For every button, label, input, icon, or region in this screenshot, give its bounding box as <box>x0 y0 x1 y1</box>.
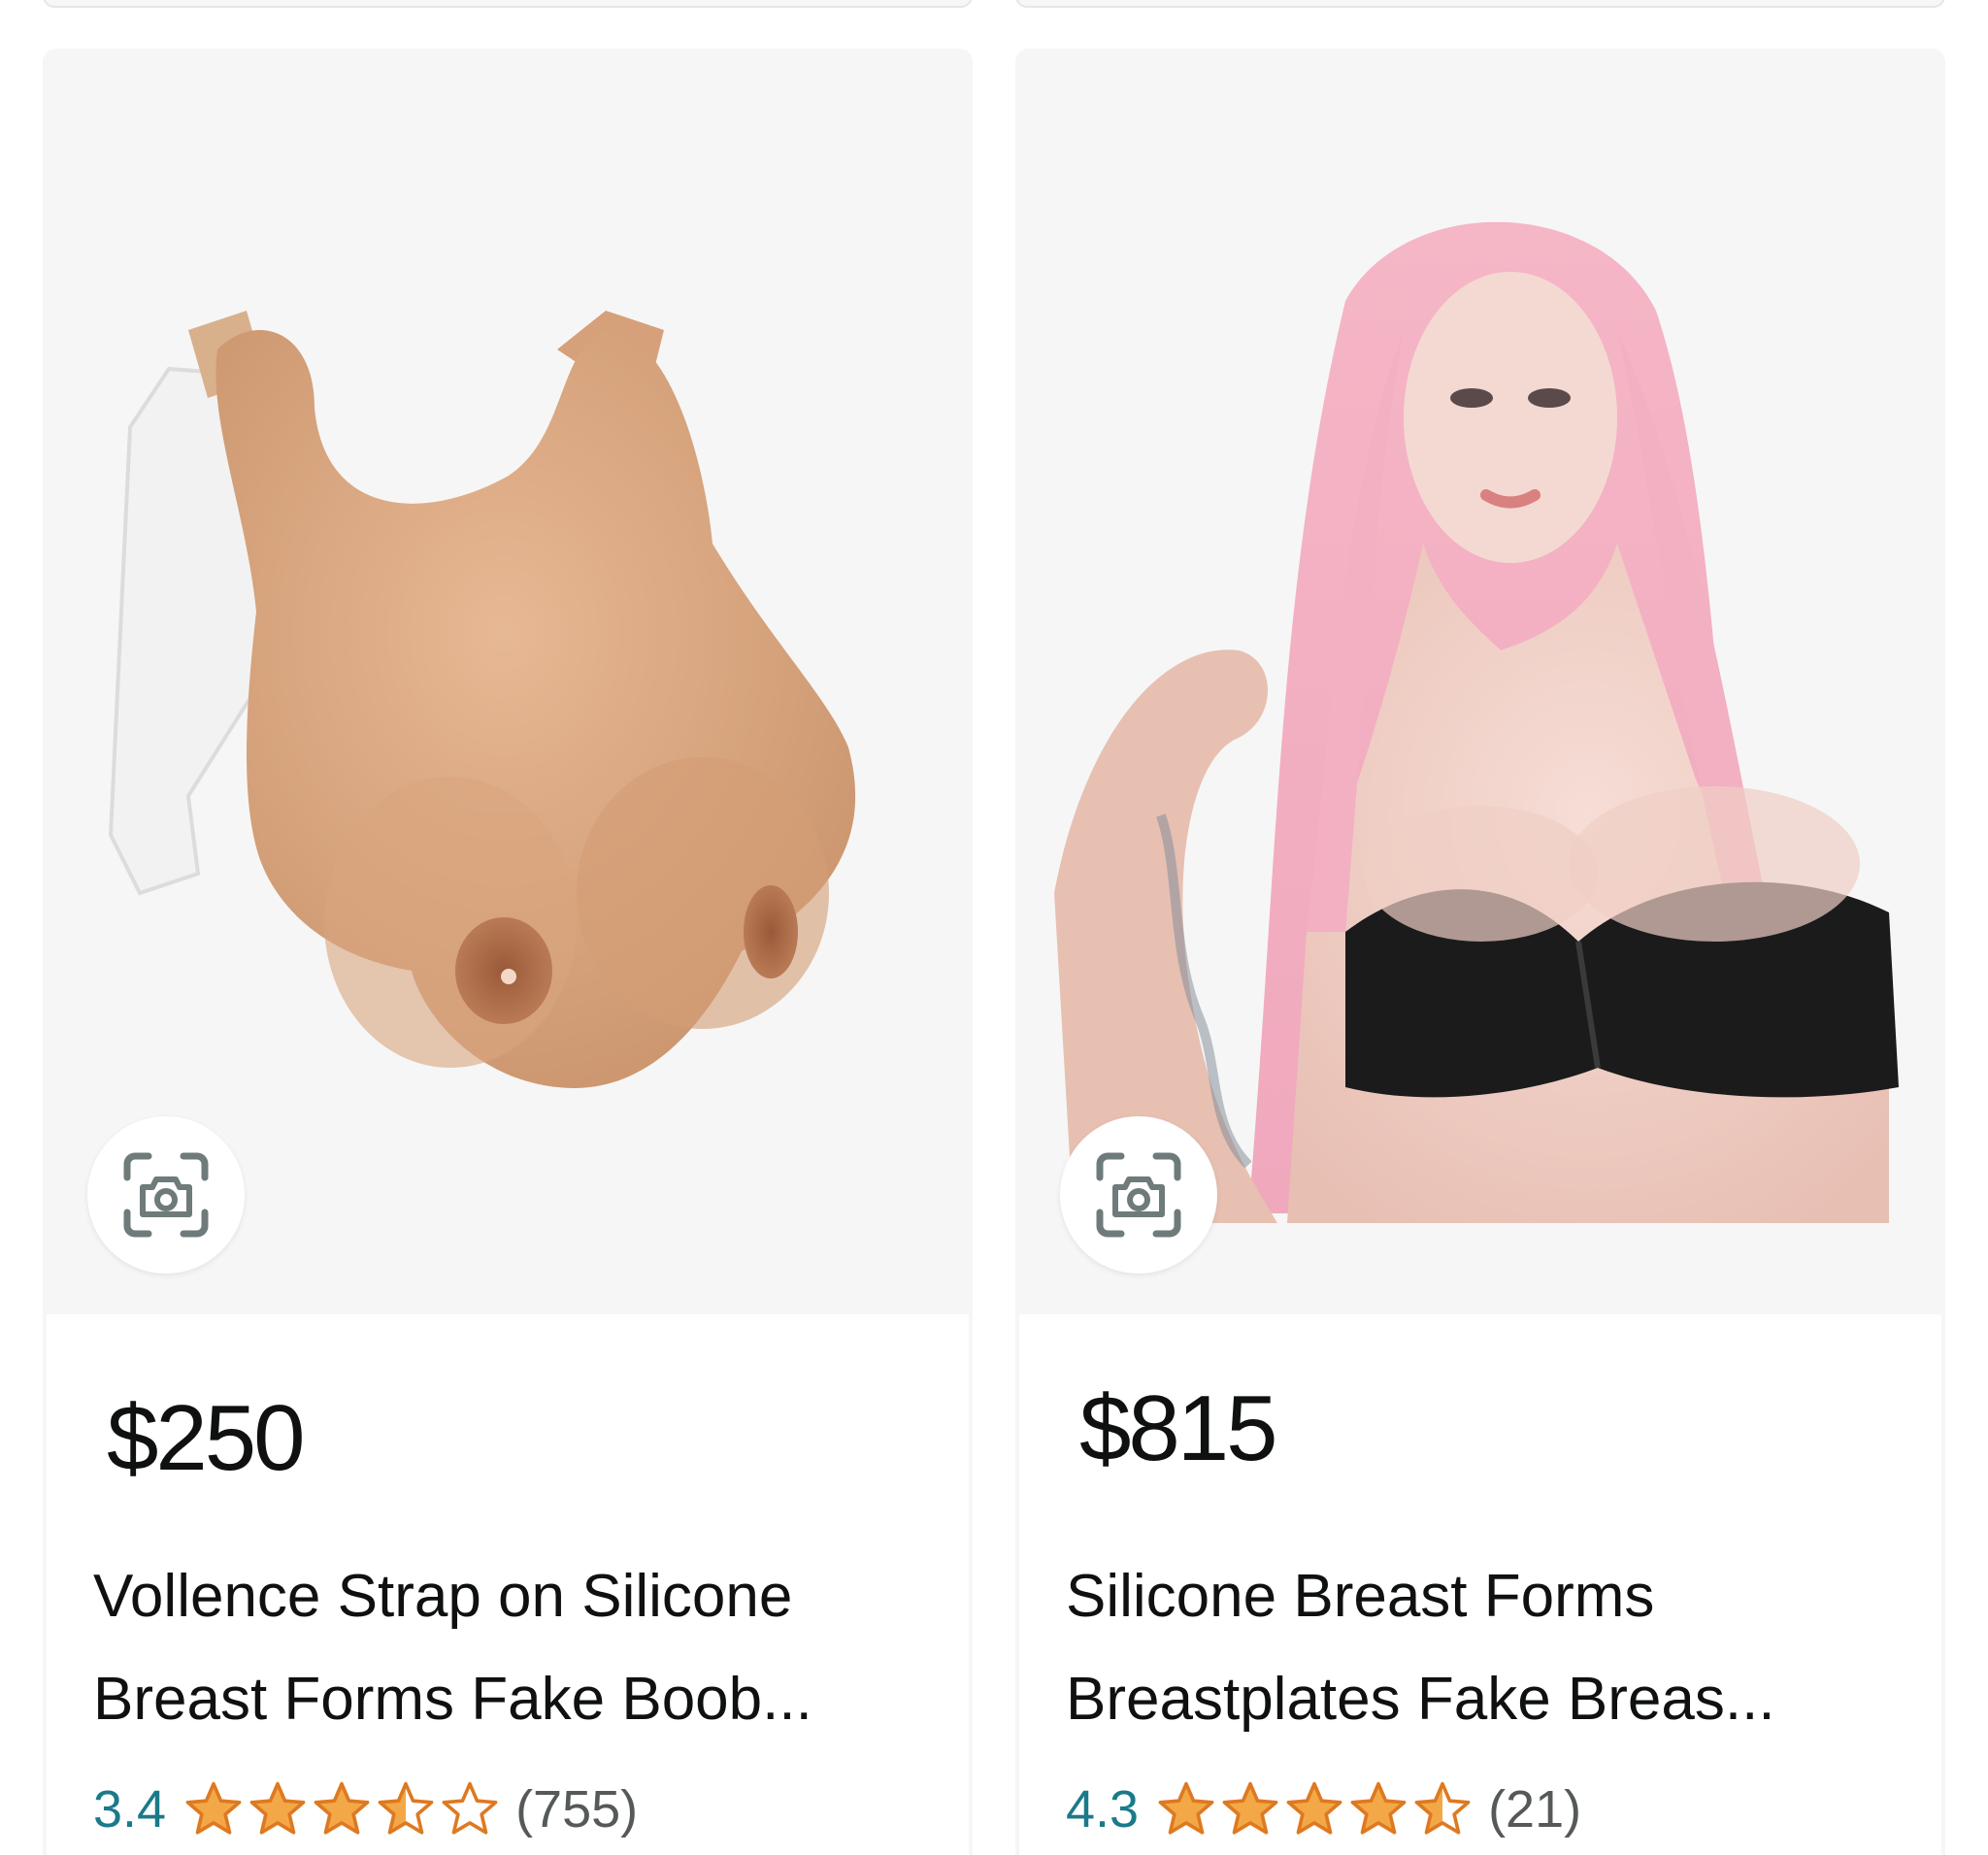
product-title-line: Breast Forms Fake Boob... <box>93 1666 812 1733</box>
product-rating[interactable]: 3.4 (755) <box>93 1772 638 1846</box>
star-full-icon <box>1286 1781 1342 1835</box>
product-image[interactable] <box>1054 194 1928 1223</box>
rating-stars <box>1156 1779 1476 1839</box>
product-info[interactable]: $815 Silicone Breast Forms Breastplates … <box>1019 1314 1941 1855</box>
review-count[interactable]: (21) <box>1488 1779 1581 1839</box>
star-full-icon <box>1350 1781 1407 1835</box>
product-price: $815 <box>1079 1376 1278 1480</box>
star-full-icon <box>185 1781 242 1835</box>
star-half-icon <box>1414 1781 1471 1835</box>
camera-lens-icon <box>123 1152 209 1238</box>
star-empty-icon <box>442 1781 498 1835</box>
rating-value: 4.3 <box>1066 1780 1140 1838</box>
star-full-icon <box>1158 1781 1214 1835</box>
rating-value: 3.4 <box>93 1780 167 1838</box>
star-full-icon <box>249 1781 306 1835</box>
star-full-icon <box>314 1781 370 1835</box>
visual-search-button[interactable] <box>87 1116 245 1274</box>
product-title-line: Vollence Strap on Silicone <box>93 1563 793 1630</box>
product-title[interactable]: Silicone Breast Forms Breastplates Fake … <box>1066 1545 1920 1751</box>
product-card[interactable]: $250 Vollence Strap on Silicone Breast F… <box>43 49 973 1855</box>
rating-stars <box>183 1779 504 1839</box>
visual-search-button[interactable] <box>1060 1116 1217 1274</box>
product-title[interactable]: Vollence Strap on Silicone Breast Forms … <box>93 1545 947 1751</box>
camera-lens-icon <box>1096 1152 1181 1238</box>
product-rating[interactable]: 4.3 (21) <box>1066 1772 1581 1846</box>
product-title-line: Breastplates Fake Breas... <box>1066 1666 1775 1733</box>
previous-row-card[interactable] <box>43 0 973 8</box>
product-info[interactable]: $250 Vollence Strap on Silicone Breast F… <box>47 1314 969 1855</box>
star-half-icon <box>378 1781 434 1835</box>
star-full-icon <box>1222 1781 1278 1835</box>
product-image-area[interactable] <box>43 49 973 1314</box>
product-image-area[interactable] <box>1015 49 1945 1314</box>
product-price: $250 <box>107 1386 306 1490</box>
product-title-line: Silicone Breast Forms <box>1066 1563 1655 1630</box>
previous-row-card[interactable] <box>1015 0 1945 8</box>
review-count[interactable]: (755) <box>515 1779 638 1839</box>
product-image[interactable] <box>101 291 936 1145</box>
search-results-grid: $250 Vollence Strap on Silicone Breast F… <box>0 0 1988 1855</box>
product-card[interactable]: $815 Silicone Breast Forms Breastplates … <box>1015 49 1945 1855</box>
